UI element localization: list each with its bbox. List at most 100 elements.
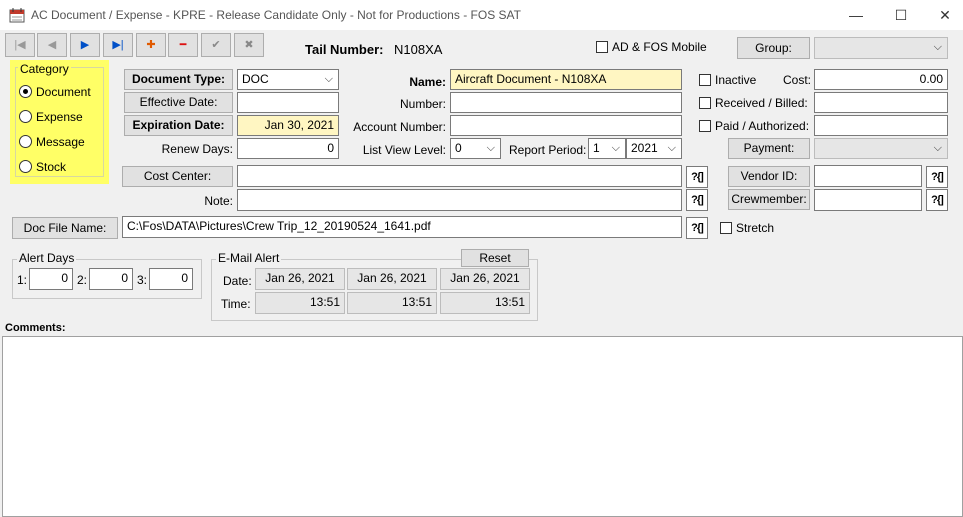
email-alert-date-3: Jan 26, 2021 bbox=[440, 268, 530, 290]
close-button[interactable]: ✕ bbox=[922, 4, 963, 26]
inactive-label: Inactive bbox=[715, 73, 757, 87]
cost-field[interactable]: 0.00 bbox=[814, 69, 948, 90]
chevron-down-icon: ⌵ bbox=[611, 142, 620, 154]
email-alert-date-2: Jan 26, 2021 bbox=[347, 268, 437, 290]
inactive-checkbox[interactable] bbox=[699, 74, 711, 86]
category-stock-label: Stock bbox=[36, 160, 67, 174]
email-alert-legend: E-Mail Alert bbox=[216, 251, 282, 265]
cost-center-button[interactable]: Cost Center: bbox=[122, 166, 233, 187]
paid-authorized-field[interactable] bbox=[814, 115, 948, 136]
category-expense-radio[interactable] bbox=[19, 110, 32, 123]
payment-select[interactable]: ⌵ bbox=[814, 138, 948, 159]
ad-fos-mobile-checkbox[interactable] bbox=[596, 41, 608, 53]
account-number-field[interactable] bbox=[450, 115, 682, 136]
note-field[interactable] bbox=[237, 189, 682, 211]
category-expense-label: Expense bbox=[36, 110, 83, 124]
received-billed-checkbox[interactable] bbox=[699, 97, 711, 109]
email-alert-time-label: Time: bbox=[221, 297, 251, 311]
last-record-button[interactable]: ▶| bbox=[103, 33, 133, 57]
crewmember-button[interactable]: Crewmember: bbox=[728, 189, 810, 210]
group-button[interactable]: Group: bbox=[737, 37, 810, 59]
next-record-button[interactable]: ▶ bbox=[70, 33, 100, 57]
crewmember-field[interactable] bbox=[814, 189, 922, 211]
crewmember-lookup-icon[interactable]: ?{] bbox=[926, 189, 948, 211]
email-alert-time-3: 13:51 bbox=[440, 292, 530, 314]
group-select[interactable]: ⌵ bbox=[814, 37, 948, 59]
email-alert-time-1: 13:51 bbox=[255, 292, 345, 314]
note-lookup-icon[interactable]: ?{] bbox=[686, 189, 708, 211]
chevron-down-icon: ⌵ bbox=[667, 142, 676, 154]
email-alert-time-2: 13:51 bbox=[347, 292, 437, 314]
minimize-button[interactable]: — bbox=[833, 4, 879, 26]
save-record-button[interactable]: ✔ bbox=[201, 33, 231, 57]
calendar-app-icon bbox=[9, 8, 25, 23]
cancel-edit-button[interactable]: ✖ bbox=[234, 33, 264, 57]
vendor-id-lookup-icon[interactable]: ?{] bbox=[926, 166, 948, 188]
doc-file-lookup-icon[interactable]: ?{] bbox=[686, 217, 708, 239]
name-label: Name: bbox=[409, 75, 446, 89]
expiration-date-field[interactable]: Jan 30, 2021 bbox=[237, 115, 339, 136]
window-title: AC Document / Expense - KPRE - Release C… bbox=[31, 8, 521, 22]
doc-file-name-field[interactable]: C:\Fos\DATA\Pictures\Crew Trip_12_201905… bbox=[122, 216, 682, 238]
category-message-label: Message bbox=[36, 135, 85, 149]
received-billed-field[interactable] bbox=[814, 92, 948, 113]
add-record-button[interactable]: ✚ bbox=[136, 33, 166, 57]
expiration-date-button[interactable]: Expiration Date: bbox=[124, 115, 233, 136]
alert-day-1-label: 1: bbox=[17, 273, 28, 287]
cost-center-lookup-icon[interactable]: ?{] bbox=[686, 166, 708, 188]
alert-day-3-label: 3: bbox=[137, 273, 148, 287]
tail-number-value: N108XA bbox=[394, 42, 443, 57]
delete-record-button[interactable]: ━ bbox=[168, 33, 198, 57]
chevron-down-icon: ⌵ bbox=[324, 73, 333, 85]
name-field[interactable]: Aircraft Document - N108XA bbox=[450, 69, 682, 90]
maximize-button[interactable]: ☐ bbox=[878, 4, 924, 26]
tail-number-label: Tail Number: bbox=[305, 42, 384, 57]
previous-record-button[interactable]: ◀ bbox=[37, 33, 67, 57]
payment-button[interactable]: Payment: bbox=[728, 138, 810, 159]
chevron-down-icon: ⌵ bbox=[486, 142, 495, 154]
category-document-radio[interactable] bbox=[19, 85, 32, 98]
list-view-level-label: List View Level: bbox=[362, 143, 446, 157]
list-view-level-select[interactable]: 0 ⌵ bbox=[450, 138, 501, 159]
account-number-label: Account Number: bbox=[353, 120, 446, 134]
cost-label: Cost: bbox=[783, 73, 812, 87]
chevron-down-icon: ⌵ bbox=[933, 142, 942, 154]
report-period-year-select[interactable]: 2021 ⌵ bbox=[626, 138, 682, 159]
report-period-month-select[interactable]: 1 ⌵ bbox=[588, 138, 626, 159]
alert-day-1-field[interactable]: 0 bbox=[29, 268, 73, 290]
doc-file-name-button[interactable]: Doc File Name: bbox=[12, 217, 118, 239]
alert-day-3-field[interactable]: 0 bbox=[149, 268, 193, 290]
first-record-button[interactable]: |◀ bbox=[5, 33, 35, 57]
alert-day-2-field[interactable]: 0 bbox=[89, 268, 133, 290]
stretch-checkbox[interactable] bbox=[720, 222, 732, 234]
category-stock-radio[interactable] bbox=[19, 160, 32, 173]
comments-textarea[interactable] bbox=[2, 336, 963, 517]
renew-days-label: Renew Days: bbox=[161, 142, 233, 156]
email-alert-reset-button[interactable]: Reset bbox=[461, 249, 529, 267]
comments-label: Comments: bbox=[5, 322, 66, 334]
document-type-select[interactable]: DOC ⌵ bbox=[237, 69, 339, 90]
paid-authorized-checkbox[interactable] bbox=[699, 120, 711, 132]
renew-days-field[interactable]: 0 bbox=[237, 138, 339, 159]
ad-fos-mobile-label: AD & FOS Mobile bbox=[612, 40, 707, 54]
effective-date-field[interactable] bbox=[237, 92, 339, 113]
number-field[interactable] bbox=[450, 92, 682, 113]
report-period-label: Report Period: bbox=[509, 143, 587, 157]
category-legend: Category bbox=[18, 62, 71, 76]
chevron-down-icon: ⌵ bbox=[933, 41, 942, 53]
category-message-radio[interactable] bbox=[19, 135, 32, 148]
paid-authorized-label: Paid / Authorized: bbox=[715, 119, 810, 133]
alert-days-legend: Alert Days bbox=[17, 251, 77, 265]
number-label: Number: bbox=[399, 97, 446, 111]
document-type-button[interactable]: Document Type: bbox=[124, 69, 233, 90]
effective-date-button[interactable]: Effective Date: bbox=[124, 92, 233, 113]
email-alert-date-label: Date: bbox=[223, 274, 252, 288]
email-alert-date-1: Jan 26, 2021 bbox=[255, 268, 345, 290]
vendor-id-field[interactable] bbox=[814, 165, 922, 187]
cost-center-field[interactable] bbox=[237, 165, 682, 187]
stretch-label: Stretch bbox=[736, 221, 775, 235]
alert-day-2-label: 2: bbox=[77, 273, 88, 287]
category-document-label: Document bbox=[36, 85, 91, 99]
vendor-id-button[interactable]: Vendor ID: bbox=[728, 166, 810, 187]
note-label: Note: bbox=[204, 194, 233, 208]
